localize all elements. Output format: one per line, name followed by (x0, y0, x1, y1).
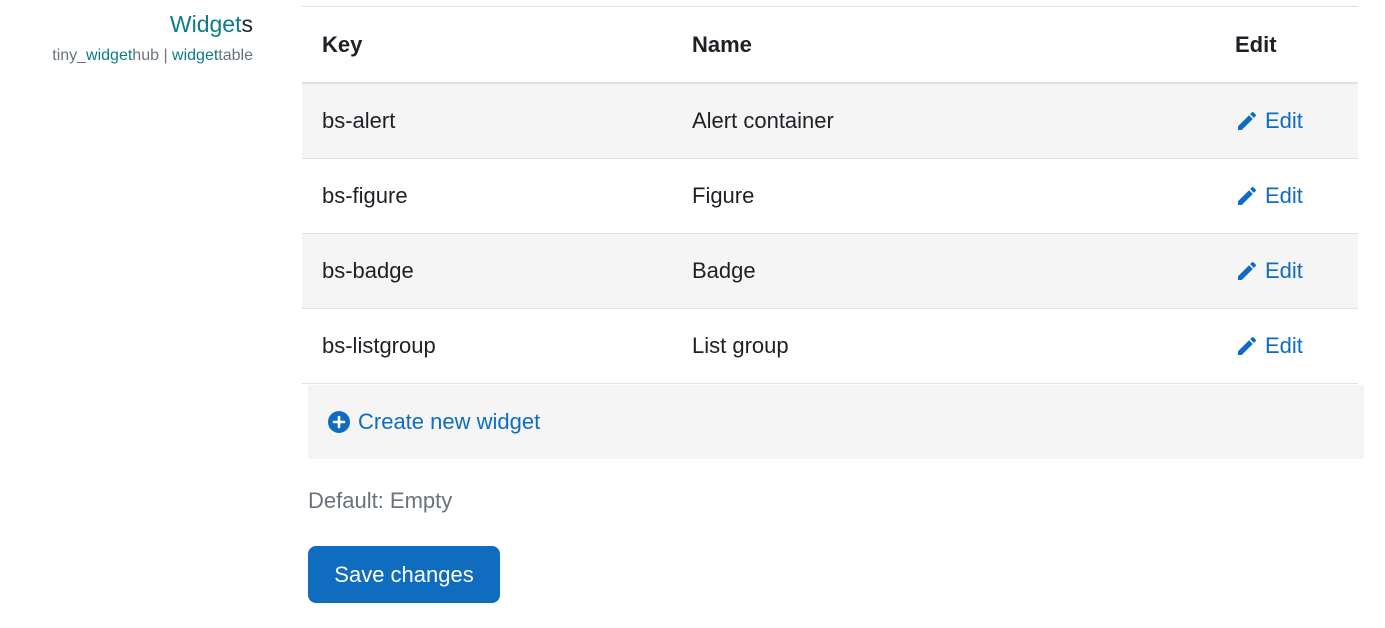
setting-label: Widgets tiny_widgethub | widgettable (52, 10, 253, 66)
pencil-icon (1238, 336, 1257, 355)
row-key: bs-alert (322, 108, 396, 133)
setting-name: tiny_widgethub | widgettable (52, 47, 253, 64)
row-name: Alert container (692, 108, 834, 133)
create-widget-row: Create new widget (308, 385, 1364, 459)
row-key: bs-listgroup (322, 333, 436, 358)
pencil-icon (1238, 186, 1257, 205)
pencil-icon (1238, 261, 1257, 280)
setting-title: Widgets (169, 11, 253, 37)
row-key: bs-figure (322, 183, 408, 208)
edit-link[interactable]: Edit (1235, 108, 1303, 134)
row-name: Figure (692, 183, 755, 208)
row-name: List group (692, 333, 789, 358)
header-name: Name (692, 31, 752, 57)
pencil-icon (1238, 111, 1257, 130)
row-key: bs-badge (322, 258, 414, 283)
header-edit: Edit (1235, 31, 1277, 57)
table-header: Key Name Edit (302, 7, 1358, 84)
create-new-widget-link[interactable]: Create new widget (327, 409, 540, 435)
table-row: bs-listgroup List group Edit (302, 309, 1358, 384)
default-value-text: Default: Empty (308, 488, 453, 513)
edit-link[interactable]: Edit (1235, 258, 1303, 284)
edit-link[interactable]: Edit (1235, 183, 1303, 209)
table-row: bs-figure Figure Edit (302, 159, 1358, 234)
plus-circle-icon (328, 411, 350, 433)
save-changes-button[interactable]: Save changes (308, 546, 500, 603)
header-key: Key (322, 31, 363, 57)
row-name: Badge (692, 258, 756, 283)
table-row: bs-alert Alert container Edit (302, 84, 1358, 159)
edit-link[interactable]: Edit (1235, 333, 1303, 359)
table-row: bs-badge Badge Edit (302, 234, 1358, 309)
widgets-table: Key Name Edit bs-alert Alert container E… (302, 6, 1358, 384)
